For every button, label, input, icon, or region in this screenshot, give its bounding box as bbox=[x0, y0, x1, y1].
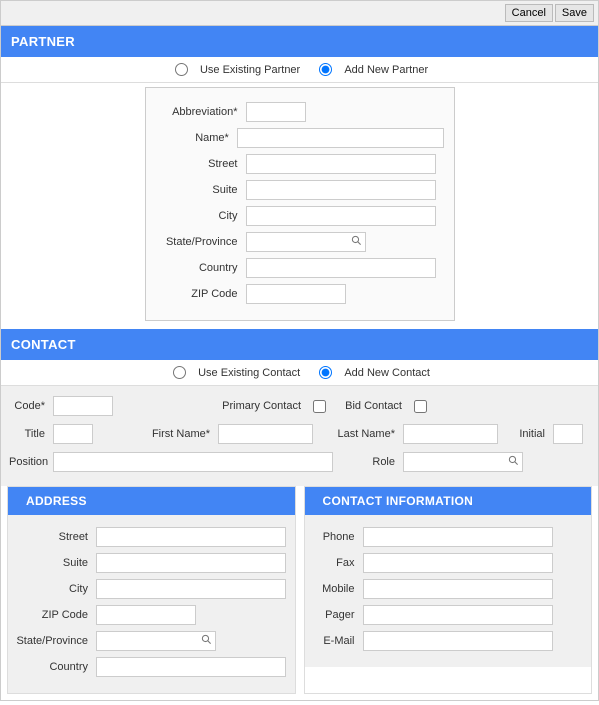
partner-suite-input[interactable] bbox=[246, 180, 436, 200]
address-country-label: Country bbox=[16, 661, 96, 673]
primary-contact-label: Primary Contact bbox=[222, 400, 309, 412]
fax-input[interactable] bbox=[363, 553, 553, 573]
address-suite-label: Suite bbox=[16, 557, 96, 569]
code-label: Code* bbox=[9, 400, 53, 412]
use-existing-contact-label: Use Existing Contact bbox=[198, 367, 300, 379]
partner-street-label: Street bbox=[156, 158, 246, 170]
email-label: E-Mail bbox=[313, 635, 363, 647]
partner-state-input[interactable] bbox=[246, 232, 366, 252]
save-button[interactable]: Save bbox=[555, 4, 594, 22]
contact-header: CONTACT bbox=[1, 329, 598, 360]
address-city-input[interactable] bbox=[96, 579, 286, 599]
use-existing-contact-radio[interactable] bbox=[173, 366, 186, 379]
code-input[interactable] bbox=[53, 396, 113, 416]
mobile-input[interactable] bbox=[363, 579, 553, 599]
add-new-partner-radio[interactable] bbox=[319, 63, 332, 76]
add-new-partner-label: Add New Partner bbox=[344, 64, 428, 76]
pager-label: Pager bbox=[313, 609, 363, 621]
abbreviation-input[interactable] bbox=[246, 102, 306, 122]
partner-street-input[interactable] bbox=[246, 154, 436, 174]
partner-country-label: Country bbox=[156, 262, 246, 274]
address-suite-input[interactable] bbox=[96, 553, 286, 573]
address-street-input[interactable] bbox=[96, 527, 286, 547]
toolbar: Cancel Save bbox=[1, 1, 598, 26]
first-name-input[interactable] bbox=[218, 424, 313, 444]
partner-country-input[interactable] bbox=[246, 258, 436, 278]
role-label: Role bbox=[363, 456, 403, 468]
first-name-label: First Name* bbox=[143, 428, 218, 440]
bid-contact-checkbox[interactable] bbox=[414, 400, 427, 413]
partner-suite-label: Suite bbox=[156, 184, 246, 196]
primary-contact-checkbox[interactable] bbox=[313, 400, 326, 413]
partner-fieldset: Abbreviation* Name* Street Suite City St… bbox=[145, 87, 455, 321]
mobile-label: Mobile bbox=[313, 583, 363, 595]
address-street-label: Street bbox=[16, 531, 96, 543]
initial-label: Initial bbox=[513, 428, 553, 440]
role-input[interactable] bbox=[403, 452, 523, 472]
add-new-contact-label: Add New Contact bbox=[344, 367, 430, 379]
title-input[interactable] bbox=[53, 424, 93, 444]
last-name-label: Last Name* bbox=[333, 428, 403, 440]
phone-input[interactable] bbox=[363, 527, 553, 547]
add-new-contact-radio[interactable] bbox=[319, 366, 332, 379]
address-state-label: State/Province bbox=[16, 635, 96, 647]
position-label: Position bbox=[9, 456, 53, 468]
phone-label: Phone bbox=[313, 531, 363, 543]
bid-contact-label: Bid Contact bbox=[345, 400, 410, 412]
contact-info-header: CONTACT INFORMATION bbox=[305, 487, 592, 515]
initial-input[interactable] bbox=[553, 424, 583, 444]
email-input[interactable] bbox=[363, 631, 553, 651]
partner-radio-row: Use Existing Partner Add New Partner bbox=[1, 57, 598, 83]
partner-name-label: Name* bbox=[156, 132, 237, 144]
partner-zip-label: ZIP Code bbox=[156, 288, 246, 300]
address-state-input[interactable] bbox=[96, 631, 216, 651]
contact-radio-row: Use Existing Contact Add New Contact bbox=[1, 360, 598, 386]
address-zip-label: ZIP Code bbox=[16, 609, 96, 621]
pager-input[interactable] bbox=[363, 605, 553, 625]
last-name-input[interactable] bbox=[403, 424, 498, 444]
address-city-label: City bbox=[16, 583, 96, 595]
title-label: Title bbox=[9, 428, 53, 440]
use-existing-partner-label: Use Existing Partner bbox=[200, 64, 300, 76]
address-zip-input[interactable] bbox=[96, 605, 196, 625]
abbreviation-label: Abbreviation* bbox=[156, 106, 246, 118]
fax-label: Fax bbox=[313, 557, 363, 569]
address-header: ADDRESS bbox=[8, 487, 295, 515]
partner-state-label: State/Province bbox=[156, 236, 246, 248]
partner-header: PARTNER bbox=[1, 26, 598, 57]
partner-zip-input[interactable] bbox=[246, 284, 346, 304]
partner-city-input[interactable] bbox=[246, 206, 436, 226]
partner-city-label: City bbox=[156, 210, 246, 222]
address-country-input[interactable] bbox=[96, 657, 286, 677]
partner-name-input[interactable] bbox=[237, 128, 444, 148]
position-input[interactable] bbox=[53, 452, 333, 472]
cancel-button[interactable]: Cancel bbox=[505, 4, 553, 22]
use-existing-partner-radio[interactable] bbox=[175, 63, 188, 76]
